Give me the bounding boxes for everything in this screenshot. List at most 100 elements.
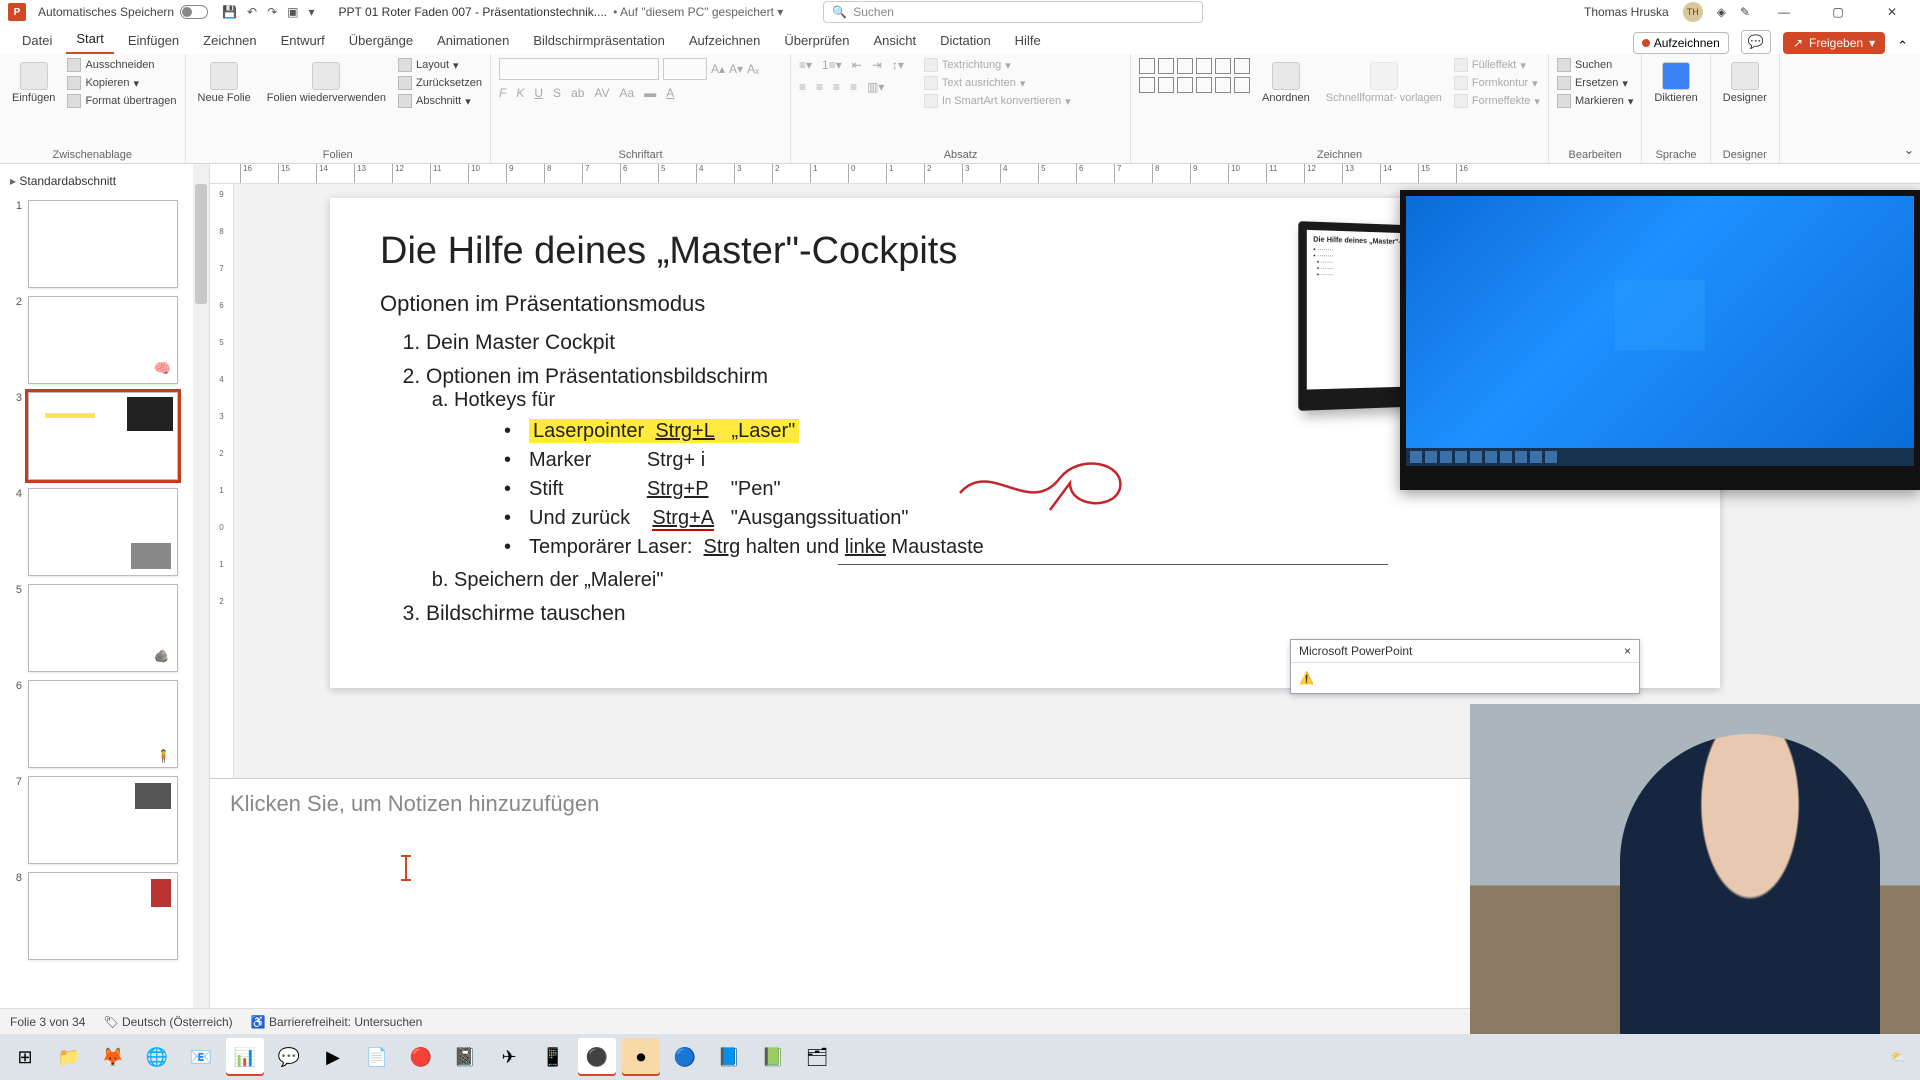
tab-animationen[interactable]: Animationen xyxy=(427,27,519,54)
paste-button[interactable]: Einfügen xyxy=(8,58,59,108)
list-item[interactable]: Bildschirme tauschen xyxy=(426,602,1670,626)
section-header[interactable]: Standardabschnitt xyxy=(4,170,209,192)
recording-icon[interactable]: ⏺ xyxy=(622,1038,660,1076)
horizontal-ruler[interactable]: 1615141312111098765432101234567891011121… xyxy=(210,164,1920,184)
pen-icon[interactable]: ✎ xyxy=(1740,5,1750,19)
autosave-toggle[interactable]: Automatisches Speichern xyxy=(38,5,208,19)
close-button[interactable]: ✕ xyxy=(1872,5,1912,19)
outdent-icon[interactable]: ⇤ xyxy=(852,58,862,72)
font-size-select[interactable] xyxy=(663,58,707,80)
shapes-gallery[interactable] xyxy=(1139,58,1250,93)
powerpoint-taskbar-icon[interactable]: 📊 xyxy=(226,1038,264,1076)
outlook-icon[interactable]: 📧 xyxy=(182,1038,220,1076)
bold-icon[interactable]: F xyxy=(499,86,506,100)
select-button[interactable]: Markieren ▾ xyxy=(1557,94,1633,108)
present-icon[interactable]: ▣ xyxy=(287,5,298,19)
record-button[interactable]: Aufzeichnen xyxy=(1633,32,1729,54)
thumbnail-7[interactable]: 7 xyxy=(8,776,205,864)
file-explorer-icon[interactable]: 📁 xyxy=(50,1038,88,1076)
reuse-slides-button[interactable]: Folien wiederverwenden xyxy=(263,58,390,108)
indent-icon[interactable]: ⇥ xyxy=(872,58,882,72)
align-left-icon[interactable]: ≡ xyxy=(799,80,806,94)
vlc-icon[interactable]: ▶ xyxy=(314,1038,352,1076)
thumbnail-4[interactable]: 4 xyxy=(8,488,205,576)
decrease-font-icon[interactable]: A▾ xyxy=(729,62,743,76)
undo-icon[interactable]: ↶ xyxy=(247,5,257,19)
shape-fill-button[interactable]: Fülleffekt ▾ xyxy=(1454,58,1540,72)
weather-icon[interactable]: ⛅ xyxy=(1891,1050,1906,1064)
maximize-button[interactable]: ▢ xyxy=(1818,5,1858,19)
text-direction-button[interactable]: Textrichtung ▾ xyxy=(924,58,1071,72)
justify-icon[interactable]: ≡ xyxy=(850,80,857,94)
app-icon[interactable]: 🔵 xyxy=(666,1038,704,1076)
tab-aufzeichnen[interactable]: Aufzeichnen xyxy=(679,27,771,54)
user-name[interactable]: Thomas Hruska xyxy=(1584,5,1669,19)
app-icon[interactable]: 📱 xyxy=(534,1038,572,1076)
excel-icon[interactable]: 📗 xyxy=(754,1038,792,1076)
copy-button[interactable]: Kopieren ▾ xyxy=(67,76,176,90)
tab-hilfe[interactable]: Hilfe xyxy=(1005,27,1051,54)
dialog-close-icon[interactable]: × xyxy=(1624,644,1631,658)
app-icon[interactable]: 🔴 xyxy=(402,1038,440,1076)
vertical-ruler[interactable]: 987654321012 xyxy=(210,184,234,778)
shape-effects-button[interactable]: Formeffekte ▾ xyxy=(1454,94,1540,108)
underline-icon[interactable]: U xyxy=(534,86,543,100)
tab-entwurf[interactable]: Entwurf xyxy=(271,27,335,54)
minimize-button[interactable]: — xyxy=(1764,5,1804,19)
arrange-button[interactable]: Anordnen xyxy=(1258,58,1314,108)
save-location-hint[interactable]: • Auf "diesem PC" gespeichert ▾ xyxy=(613,5,783,19)
quick-styles-button[interactable]: Schnellformat- vorlagen xyxy=(1322,58,1446,108)
tab-dictation[interactable]: Dictation xyxy=(930,27,1001,54)
language-indicator[interactable]: 🏷 Deutsch (Österreich) xyxy=(103,1015,232,1029)
share-button[interactable]: ↗Freigeben▾ xyxy=(1783,32,1885,54)
qat-dropdown-icon[interactable]: ▾ xyxy=(309,5,315,19)
designer-button[interactable]: Designer xyxy=(1719,58,1771,108)
align-right-icon[interactable]: ≡ xyxy=(833,80,840,94)
search-box[interactable]: 🔍 Suchen xyxy=(823,1,1203,23)
find-button[interactable]: Suchen xyxy=(1557,58,1633,72)
chrome-icon[interactable]: 🌐 xyxy=(138,1038,176,1076)
font-color-icon[interactable]: A xyxy=(666,86,674,100)
linespacing-icon[interactable]: ↕▾ xyxy=(892,58,904,72)
ribbon-options-icon[interactable]: ⌄ xyxy=(1904,143,1914,157)
tab-start[interactable]: Start xyxy=(66,25,113,54)
spacing-icon[interactable]: AV xyxy=(594,86,609,100)
case-icon[interactable]: Aa xyxy=(620,86,635,100)
obs-icon[interactable]: ⚫ xyxy=(578,1038,616,1076)
columns-icon[interactable]: ▥▾ xyxy=(867,80,884,94)
increase-font-icon[interactable]: A▴ xyxy=(711,62,725,76)
start-button[interactable]: ⊞ xyxy=(6,1038,44,1076)
skype-icon[interactable]: 💬 xyxy=(270,1038,308,1076)
thumbnails-scrollbar[interactable] xyxy=(193,164,209,1008)
comments-icon[interactable]: 💬 xyxy=(1741,30,1771,54)
collapse-ribbon-icon[interactable]: ⌃ xyxy=(1897,38,1908,54)
tab-zeichnen[interactable]: Zeichnen xyxy=(193,27,266,54)
redo-icon[interactable]: ↷ xyxy=(267,5,277,19)
replace-button[interactable]: Ersetzen ▾ xyxy=(1557,76,1633,90)
accessibility-check[interactable]: ♿ Barrierefreiheit: Untersuchen xyxy=(251,1015,423,1029)
align-center-icon[interactable]: ≡ xyxy=(816,80,823,94)
strike-icon[interactable]: S xyxy=(553,86,561,100)
telegram-icon[interactable]: ✈ xyxy=(490,1038,528,1076)
new-slide-button[interactable]: Neue Folie xyxy=(194,58,255,108)
thumbnail-8[interactable]: 8 xyxy=(8,872,205,960)
save-icon[interactable]: 💾 xyxy=(222,5,237,19)
reset-button[interactable]: Zurücksetzen xyxy=(398,76,482,90)
list-item[interactable]: Speichern der „Malerei" xyxy=(454,569,1670,592)
tab-ueberpruefen[interactable]: Überprüfen xyxy=(774,27,859,54)
tab-einfuegen[interactable]: Einfügen xyxy=(118,27,189,54)
layout-button[interactable]: Layout ▾ xyxy=(398,58,482,72)
section-button[interactable]: Abschnitt ▾ xyxy=(398,94,482,108)
align-text-button[interactable]: Text ausrichten ▾ xyxy=(924,76,1071,90)
toggle-switch-icon[interactable] xyxy=(180,5,208,19)
word-icon[interactable]: 📘 xyxy=(710,1038,748,1076)
smartart-button[interactable]: In SmartArt konvertieren ▾ xyxy=(924,94,1071,108)
thumbnail-6[interactable]: 6🧍 xyxy=(8,680,205,768)
cut-button[interactable]: Ausschneiden xyxy=(67,58,176,72)
shadow-icon[interactable]: ab xyxy=(571,86,584,100)
thumbnail-5[interactable]: 5🪨 xyxy=(8,584,205,672)
highlight-icon[interactable]: ▬ xyxy=(644,86,656,100)
diamond-icon[interactable]: ◈ xyxy=(1717,5,1726,19)
shape-outline-button[interactable]: Formkontur ▾ xyxy=(1454,76,1540,90)
user-avatar[interactable]: TH xyxy=(1683,2,1703,22)
